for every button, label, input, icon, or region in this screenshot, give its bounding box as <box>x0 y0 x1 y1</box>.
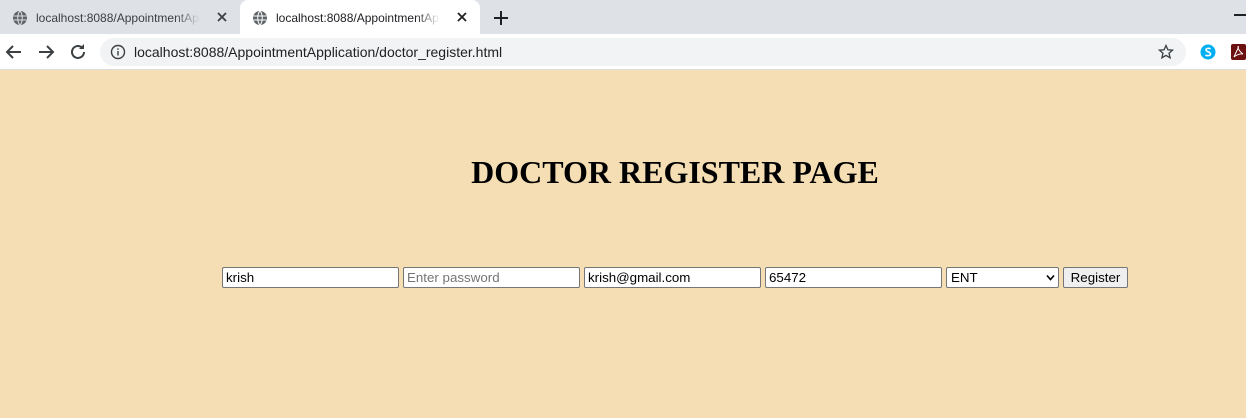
page-title: DOCTOR REGISTER PAGE <box>471 154 879 190</box>
address-bar[interactable]: localhost:8088/AppointmentApplication/do… <box>100 38 1186 66</box>
plus-icon[interactable] <box>489 6 513 30</box>
acrobat-icon[interactable] <box>1231 44 1246 60</box>
close-icon[interactable] <box>454 9 470 25</box>
specialization-selected-value: ENT <box>951 270 978 285</box>
close-icon[interactable] <box>214 9 230 25</box>
email-input[interactable] <box>584 267 761 288</box>
star-icon[interactable] <box>1158 44 1174 60</box>
tab-title: localhost:8088/AppointmentApplication/do… <box>36 11 200 25</box>
globe-icon <box>13 10 27 26</box>
minimize-icon[interactable] <box>1234 14 1246 16</box>
tab-strip: localhost:8088/AppointmentApplication/do… <box>0 0 1246 34</box>
skype-icon[interactable] <box>1200 44 1216 60</box>
browser-tab-active[interactable]: localhost:8088/AppointmentApplication/do… <box>240 0 480 34</box>
info-icon[interactable] <box>110 44 126 60</box>
browser-tab[interactable]: localhost:8088/AppointmentApplication/do… <box>0 0 240 34</box>
register-button[interactable]: Register <box>1063 267 1128 288</box>
url-text: localhost:8088/AppointmentApplication/do… <box>134 44 503 60</box>
password-input[interactable] <box>403 267 580 288</box>
chevron-down-icon <box>1046 274 1055 281</box>
phone-input[interactable] <box>765 267 942 288</box>
specialization-select[interactable]: ENT <box>946 267 1059 288</box>
name-input[interactable] <box>222 267 399 288</box>
reload-icon[interactable] <box>68 42 88 62</box>
arrow-right-icon[interactable] <box>36 42 56 62</box>
arrow-left-icon[interactable] <box>4 42 24 62</box>
tab-title: localhost:8088/AppointmentApplication/do… <box>276 11 440 25</box>
browser-toolbar: localhost:8088/AppointmentApplication/do… <box>0 34 1246 70</box>
globe-icon <box>253 10 267 26</box>
